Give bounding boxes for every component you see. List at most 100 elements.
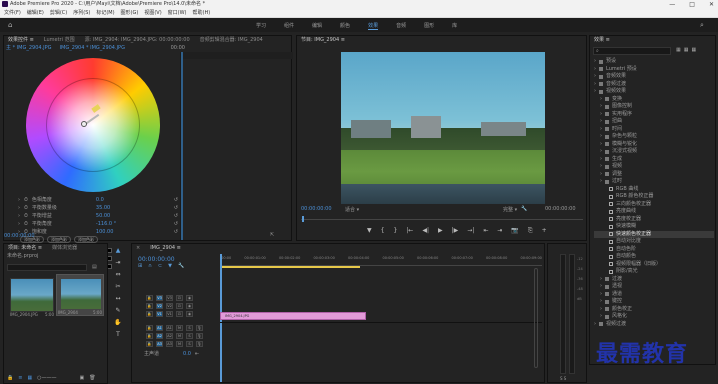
sync-lock-icon[interactable]: ⊡: [176, 311, 183, 317]
effects-tree-item[interactable]: › 变换: [594, 96, 714, 104]
effects-title[interactable]: 效果 ≡: [594, 36, 610, 45]
new-item-icon[interactable]: ▣: [80, 375, 85, 381]
eye-icon[interactable]: ◉: [186, 311, 193, 317]
razor-tool-icon[interactable]: ✂: [115, 283, 120, 290]
stopwatch-icon[interactable]: ⏱: [24, 220, 28, 228]
workspace-tab[interactable]: 库: [452, 22, 457, 30]
track-label[interactable]: A2: [166, 333, 173, 339]
type-tool-icon[interactable]: T: [116, 331, 120, 338]
expand-arrow-icon[interactable]: ›: [600, 133, 602, 141]
workspace-tab[interactable]: 颜色: [340, 22, 350, 30]
effects-tree-item[interactable]: › 模糊与锐化: [594, 141, 714, 149]
transport-button[interactable]: {: [381, 227, 385, 235]
program-timecode[interactable]: 00:00:00:00: [301, 206, 332, 212]
selection-tool-icon[interactable]: ▲: [116, 247, 121, 254]
parameter-value[interactable]: 35.00: [96, 204, 110, 212]
add-color-button[interactable]: 添加色彩: [47, 236, 71, 243]
expand-arrow-icon[interactable]: ›: [600, 283, 602, 291]
nest-icon[interactable]: ⊞: [138, 263, 142, 269]
effects-tree-item[interactable]: 自动色阶: [594, 246, 714, 254]
expand-arrow-icon[interactable]: ›: [600, 171, 602, 179]
tab-project[interactable]: 项目: 未命名 ≡: [8, 244, 42, 253]
lock-icon[interactable]: 🔒: [7, 375, 13, 381]
timeline-clip[interactable]: IMG_2904.JPG: [220, 312, 366, 320]
expand-arrow-icon[interactable]: ›: [600, 178, 602, 186]
mute-button[interactable]: M: [176, 341, 183, 347]
expand-arrow-icon[interactable]: ›: [600, 276, 602, 284]
marker-icon[interactable]: ▼: [168, 263, 172, 269]
parameter-value[interactable]: 0.0: [96, 196, 104, 204]
source-patch-button[interactable]: V3: [156, 295, 163, 301]
timeline-scrollbar[interactable]: [534, 268, 540, 368]
solo-button[interactable]: S: [186, 333, 193, 339]
effects-tree-item[interactable]: › 键控: [594, 298, 714, 306]
expand-arrow-icon[interactable]: ›: [600, 313, 602, 321]
trash-icon[interactable]: 🗑: [89, 375, 95, 381]
parameter-value[interactable]: -116.0 °: [96, 220, 116, 228]
lock-track-icon[interactable]: 🔒: [146, 311, 153, 317]
transport-button[interactable]: ⎘: [528, 227, 533, 235]
wrench-icon[interactable]: 🔧: [178, 263, 184, 269]
effects-tree-item[interactable]: › 时间: [594, 126, 714, 134]
transport-button[interactable]: +: [542, 227, 547, 235]
master-value[interactable]: 0.0: [183, 351, 191, 357]
menu-item[interactable]: 剪辑(C): [50, 9, 67, 17]
mute-button[interactable]: M: [176, 333, 183, 339]
mic-icon[interactable]: 🎙: [196, 333, 203, 339]
solo-button[interactable]: S: [186, 325, 193, 331]
solo-button[interactable]: S: [186, 341, 193, 347]
stopwatch-icon[interactable]: ⏱: [24, 196, 28, 204]
workspace-tab[interactable]: 编辑: [312, 22, 322, 30]
project-item-thumb-1[interactable]: [10, 278, 54, 312]
track-label[interactable]: A1: [166, 325, 173, 331]
transport-button[interactable]: }: [393, 227, 397, 235]
zoom-slider[interactable]: ○———: [37, 375, 56, 381]
mute-button[interactable]: M: [176, 325, 183, 331]
expand-arrow-icon[interactable]: ›: [18, 220, 20, 228]
export-icon[interactable]: ⇱: [270, 232, 274, 238]
source-patch-button[interactable]: A1: [156, 325, 163, 331]
icon-view-icon[interactable]: ▦: [27, 375, 32, 381]
timeline-tab[interactable]: IMG_2904 ≡: [150, 244, 181, 253]
expand-arrow-icon[interactable]: ›: [600, 126, 602, 134]
home-icon[interactable]: ⌂: [8, 21, 12, 29]
timeline-close-icon[interactable]: ×: [136, 244, 140, 253]
left-panel-tab[interactable]: 音频剪辑混合器: IMG_2904: [200, 36, 263, 45]
close-button[interactable]: ✕: [709, 0, 714, 9]
source-patch-button[interactable]: A2: [156, 333, 163, 339]
reset-icon[interactable]: ↺: [174, 228, 178, 236]
program-title[interactable]: 节目: IMG_2904 ≡: [301, 36, 345, 45]
reset-icon[interactable]: ↺: [174, 196, 178, 204]
transport-button[interactable]: ◀|: [422, 227, 429, 235]
transport-button[interactable]: ▼: [367, 227, 372, 235]
workspace-tab[interactable]: 组件: [284, 22, 294, 30]
fit-select[interactable]: 适合 ▾: [345, 206, 359, 213]
track-label[interactable]: V2: [166, 303, 173, 309]
effects-tree-item[interactable]: RGB 颜色校正器: [594, 193, 714, 201]
workspace-tab[interactable]: 图形: [424, 22, 434, 30]
expand-arrow-icon[interactable]: ›: [594, 73, 596, 81]
effects-tree-item[interactable]: › 颜色校正: [594, 306, 714, 314]
slip-tool-icon[interactable]: ↔: [115, 295, 120, 302]
expand-arrow-icon[interactable]: ›: [594, 321, 596, 329]
transport-button[interactable]: |▶: [452, 227, 459, 235]
track-label[interactable]: V3: [166, 295, 173, 301]
add-color-button[interactable]: 添加色彩: [74, 236, 98, 243]
expand-arrow-icon[interactable]: ›: [18, 196, 20, 204]
menu-item[interactable]: 视图(V): [144, 9, 161, 17]
effects-tree-item[interactable]: › 视频: [594, 163, 714, 171]
program-scrubber[interactable]: [301, 216, 583, 222]
menu-item[interactable]: 图形(G): [121, 9, 139, 17]
effects-tree-item[interactable]: › 杂色与颗粒: [594, 133, 714, 141]
effects-tree-item[interactable]: 阴影/高光: [594, 268, 714, 276]
tab-media-browser[interactable]: 媒体浏览器: [52, 244, 77, 253]
expand-arrow-icon[interactable]: ›: [600, 141, 602, 149]
lock-track-icon[interactable]: 🔒: [146, 295, 153, 301]
master-end-icon[interactable]: ⇤: [195, 351, 199, 357]
accelerated-filter-icon[interactable]: ▦: [676, 47, 681, 53]
parameter-value[interactable]: 100.00: [96, 228, 114, 236]
expand-arrow-icon[interactable]: ›: [600, 291, 602, 299]
expand-arrow-icon[interactable]: ›: [600, 156, 602, 164]
effects-tree-item[interactable]: › 过渡: [594, 276, 714, 284]
quality-select[interactable]: 完整 ▾: [503, 206, 517, 213]
